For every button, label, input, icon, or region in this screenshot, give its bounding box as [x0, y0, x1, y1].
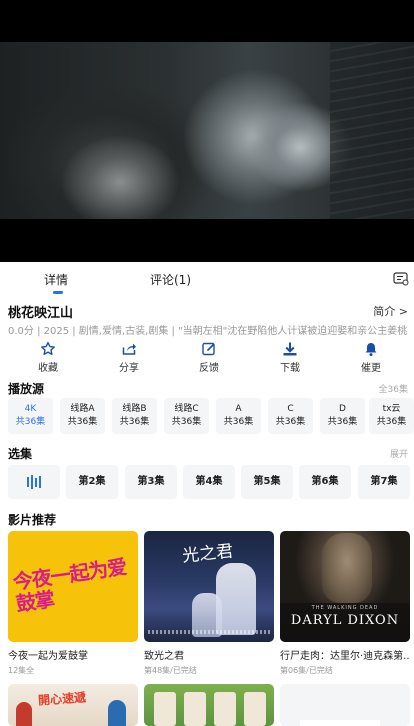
recommend-card[interactable]: THE WALKING DEAD DARYL DIXON 行尸走肉：达里尔·迪克… [280, 531, 410, 676]
download-label: 下载 [280, 363, 300, 374]
poster-figure [244, 692, 266, 726]
show-title: 桃花映江山 [8, 306, 74, 321]
recommend-card[interactable] [144, 684, 274, 726]
episode-chip-playing[interactable] [8, 465, 60, 499]
episode-list: 第2集 第3集 第4集 第5集 第6集 第7集 [8, 465, 414, 499]
source-name: A [235, 404, 242, 414]
recommend-title: 今夜一起为爱鼓掌 [8, 651, 88, 662]
source-count: 共36集 [171, 417, 202, 427]
poster-text: 光之君 [181, 541, 235, 567]
video-frame[interactable] [0, 42, 414, 219]
recommend-status: 12集全 [8, 666, 35, 675]
episode-chip[interactable]: 第4集 [183, 465, 235, 499]
source-count: 共36集 [327, 417, 358, 427]
urge-update-button[interactable]: 催更 [341, 340, 401, 374]
source-name: D [339, 404, 346, 414]
source-count: 共36集 [15, 417, 46, 427]
recommend-heading: 影片推荐 [8, 513, 57, 527]
tab-details[interactable]: 详情 [44, 271, 68, 288]
source-count: 共36集 [67, 417, 98, 427]
poster-figure [322, 533, 372, 603]
favorite-label: 收藏 [38, 363, 58, 374]
source-name: 线路B [122, 404, 147, 414]
download-icon [283, 342, 297, 356]
show-meta: 0.0分 | 2025 | 剧情,爱情,古装,剧集 | "当朝左相"沈在野陷他人… [8, 326, 408, 337]
recommend-poster: 光之君 [144, 531, 274, 642]
poster-figure [214, 692, 236, 726]
action-bar: 收藏 分享 反馈 下载 催更 [0, 340, 414, 376]
source-list: 4K 共36集 线路A 共36集 线路B 共36集 线路C 共36集 A 共36… [8, 398, 414, 434]
source-chip[interactable]: tx云 共36集 [369, 398, 414, 434]
episodes-heading: 选集 [8, 447, 33, 461]
source-count: 共36集 [223, 417, 254, 427]
star-icon [41, 341, 55, 355]
favorite-button[interactable]: 收藏 [18, 340, 78, 374]
recommend-card[interactable]: 光之君 致光之君 第48集/已完结 [144, 531, 274, 676]
poster-placeholder [300, 720, 380, 726]
poster-figure [16, 702, 32, 726]
tab-active-indicator [53, 291, 63, 294]
episode-chip[interactable]: 第5集 [241, 465, 293, 499]
source-count: 共36集 [376, 417, 407, 427]
recommend-card[interactable]: 今夜一起为爱鼓掌 今夜一起为爱鼓掌 12集全 [8, 531, 138, 676]
episode-chip[interactable]: 第2集 [66, 465, 118, 499]
urge-update-label: 催更 [361, 363, 381, 374]
poster-text: 開心速遞 [37, 690, 87, 708]
danmaku-settings-icon[interactable] [393, 272, 409, 286]
source-name: C [287, 404, 294, 414]
recommend-status: 第06集/已完结 [280, 666, 333, 675]
episode-chip[interactable]: 第6集 [299, 465, 351, 499]
source-chip[interactable]: 线路B 共36集 [112, 398, 157, 434]
source-count: 共36集 [275, 417, 306, 427]
poster-figure [154, 692, 176, 726]
bell-icon [365, 343, 377, 357]
poster-figure [184, 692, 206, 726]
video-scene-detail [330, 42, 414, 219]
poster-text-small: THE WALKING DEAD [311, 605, 379, 611]
source-count: 共36集 [119, 417, 150, 427]
sources-heading: 播放源 [8, 382, 45, 396]
poster-credits [148, 630, 270, 634]
tab-comments[interactable]: 评论(1) [150, 271, 191, 288]
tab-bar: 详情 评论(1) [0, 262, 414, 296]
episodes-expand[interactable]: 展开 [390, 447, 408, 460]
recommend-poster: THE WALKING DEAD DARYL DIXON [280, 531, 410, 642]
source-name: 线路C [174, 404, 199, 414]
recommend-status: 第48集/已完结 [144, 666, 197, 675]
feedback-button[interactable]: 反馈 [179, 340, 239, 374]
source-name: 4K [24, 404, 37, 414]
recommend-title: 行尸走肉：达里尔·迪克森第... [280, 651, 410, 662]
recommend-card[interactable]: 開心速遞 [8, 684, 138, 726]
episode-chip[interactable]: 第7集 [358, 465, 410, 499]
download-button[interactable]: 下载 [260, 340, 320, 374]
source-name: 线路A [70, 404, 95, 414]
video-player[interactable] [0, 0, 414, 262]
poster-text: DARYL DIXON [290, 613, 400, 628]
poster-text: 今夜一起为爱鼓掌 [11, 554, 128, 616]
source-chip[interactable]: D 共36集 [320, 398, 365, 434]
source-name: tx云 [382, 404, 401, 414]
intro-link[interactable]: 简介 > [373, 303, 408, 319]
recommend-card[interactable] [280, 684, 410, 726]
poster-figure [216, 563, 256, 635]
source-chip[interactable]: 线路C 共36集 [164, 398, 209, 434]
source-chip[interactable]: 线路A 共36集 [60, 398, 105, 434]
edit-icon [202, 342, 215, 356]
source-chip[interactable]: C 共36集 [268, 398, 313, 434]
now-playing-icon [27, 475, 41, 489]
source-chip[interactable]: 4K 共36集 [8, 398, 53, 434]
poster-figure [108, 700, 126, 726]
source-chip[interactable]: A 共36集 [216, 398, 261, 434]
share-icon [122, 343, 136, 355]
share-button[interactable]: 分享 [99, 340, 159, 374]
episode-chip[interactable]: 第3集 [125, 465, 177, 499]
recommend-title: 致光之君 [144, 651, 184, 662]
share-label: 分享 [119, 363, 139, 374]
sources-total[interactable]: 全36集 [379, 382, 408, 395]
recommend-poster: 今夜一起为爱鼓掌 [8, 531, 138, 642]
feedback-label: 反馈 [199, 363, 219, 374]
